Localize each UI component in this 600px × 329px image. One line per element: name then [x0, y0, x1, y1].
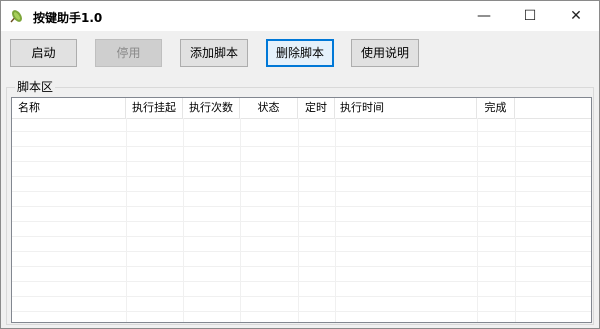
column-header-timer[interactable]: 定时	[298, 98, 335, 118]
title-bar[interactable]: 按键助手1.0 — ☐ ✕	[1, 1, 599, 31]
grid-row-line	[12, 163, 591, 177]
maximize-button[interactable]: ☐	[507, 1, 553, 31]
main-window: 按键助手1.0 — ☐ ✕ 启动 停用 添加脚本 删除脚本 使用说明 脚本区 名…	[0, 0, 600, 329]
stop-button[interactable]: 停用	[95, 39, 162, 67]
grid-row-line	[12, 118, 591, 132]
grid-row-line	[12, 178, 591, 192]
close-button[interactable]: ✕	[553, 1, 599, 31]
grid-row-line	[12, 148, 591, 162]
column-header-exec-count[interactable]: 执行次数	[183, 98, 240, 118]
grid-row-line	[12, 253, 591, 267]
window-title: 按键助手1.0	[33, 11, 103, 25]
grid-row-line	[12, 208, 591, 222]
column-header-complete[interactable]: 完成	[477, 98, 515, 118]
table-header: 名称 执行挂起 执行次数 状态 定时 执行时间 完成	[12, 98, 591, 119]
column-header-suspend[interactable]: 执行挂起	[126, 98, 183, 118]
grid-row-line	[12, 193, 591, 207]
app-icon	[9, 8, 25, 24]
column-header-name[interactable]: 名称	[12, 98, 126, 118]
delete-script-button[interactable]: 删除脚本	[266, 39, 334, 67]
grid-row-line	[12, 133, 591, 147]
column-header-exec-time[interactable]: 执行时间	[335, 98, 477, 118]
column-header-status[interactable]: 状态	[240, 98, 298, 118]
grid-row-line	[12, 283, 591, 297]
grid-row-line	[12, 298, 591, 312]
grid-row-line	[12, 268, 591, 282]
help-button[interactable]: 使用说明	[351, 39, 419, 67]
grid-row-line	[12, 313, 591, 322]
minimize-button[interactable]: —	[461, 1, 507, 31]
grid-row-line	[12, 238, 591, 252]
script-table[interactable]: 名称 执行挂起 执行次数 状态 定时 执行时间 完成	[11, 97, 592, 323]
grid-row-line	[12, 223, 591, 237]
start-button[interactable]: 启动	[10, 39, 77, 67]
script-area-label: 脚本区	[15, 80, 56, 94]
add-script-button[interactable]: 添加脚本	[180, 39, 248, 67]
